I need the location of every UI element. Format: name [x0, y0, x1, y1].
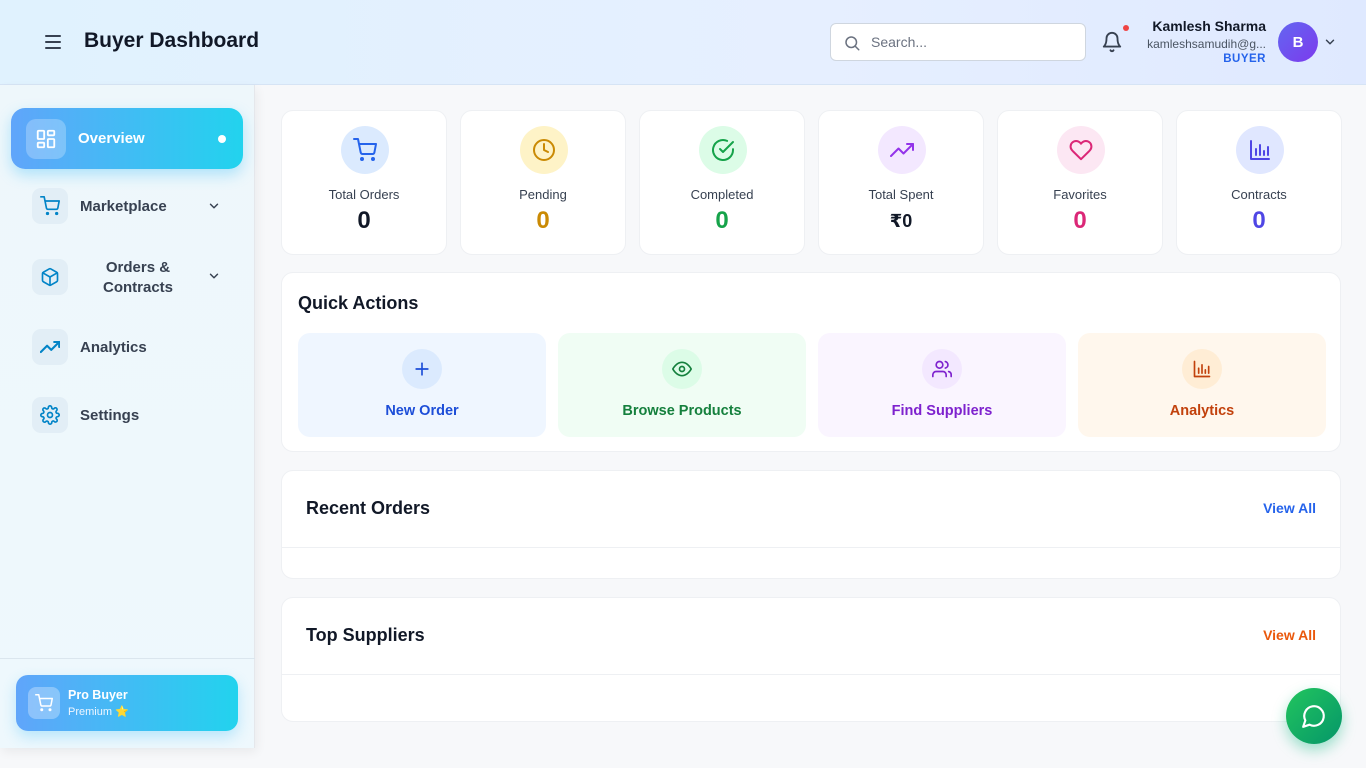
sidebar: Overview Marketplace Orders & Contracts …	[0, 85, 255, 748]
trending-up-icon	[878, 126, 926, 174]
stat-label: Contracts	[1231, 187, 1287, 202]
page-title: Buyer Dashboard	[84, 29, 260, 52]
stat-card-completed: Completed 0	[639, 110, 805, 255]
stat-value: ₹0	[889, 211, 913, 231]
divider	[282, 547, 1340, 548]
menu-icon[interactable]	[44, 32, 64, 52]
quick-action-label: Find Suppliers	[891, 403, 993, 419]
sidebar-item-label: Analytics	[80, 339, 147, 356]
section-title: Quick Actions	[298, 293, 419, 313]
stat-value: 0	[536, 207, 550, 234]
trending-up-icon	[32, 329, 68, 365]
stat-label: Total Spent	[868, 187, 934, 202]
chevron-down-icon[interactable]	[1323, 35, 1337, 49]
quick-actions-panel: Quick Actions New Order Browse Products …	[281, 272, 1341, 452]
stat-card-favorites: Favorites 0	[997, 110, 1163, 255]
divider	[282, 674, 1340, 675]
sidebar-item-label: Orders & Contracts	[80, 258, 196, 298]
box-icon	[32, 259, 68, 295]
pro-buyer-card[interactable]: Pro Buyer Premium ⭐	[16, 675, 238, 731]
user-email: kamleshsamudih@g...	[1147, 37, 1266, 51]
user-name: Kamlesh Sharma	[1152, 18, 1266, 34]
divider	[0, 658, 255, 659]
find-suppliers-button[interactable]: Find Suppliers	[818, 333, 1066, 437]
bell-icon[interactable]	[1101, 31, 1123, 53]
stat-value: 0	[715, 207, 729, 234]
stat-card-contracts: Contracts 0	[1176, 110, 1342, 255]
stat-label: Completed	[690, 187, 754, 202]
pro-title: Pro Buyer	[68, 688, 128, 702]
analytics-button[interactable]: Analytics	[1078, 333, 1326, 437]
view-all-link[interactable]: View All	[1263, 627, 1316, 643]
chat-button[interactable]	[1286, 688, 1342, 744]
sidebar-item-settings[interactable]: Settings	[11, 397, 243, 433]
layout-grid-icon	[26, 119, 66, 159]
search-icon	[845, 36, 860, 51]
sidebar-item-label: Marketplace	[80, 198, 167, 215]
recent-orders-panel: Recent Orders View All	[281, 470, 1341, 579]
active-indicator	[218, 135, 226, 143]
stat-card-total-spent: Total Spent ₹0	[818, 110, 984, 255]
check-circle-icon	[699, 126, 747, 174]
sidebar-item-label: Settings	[80, 407, 140, 424]
label-line-2: Contracts	[102, 279, 173, 296]
section-title: Top Suppliers	[306, 625, 425, 645]
stat-value: 0	[357, 207, 371, 234]
sidebar-item-label: Overview	[78, 130, 145, 147]
section-title: Recent Orders	[306, 498, 431, 518]
browse-products-button[interactable]: Browse Products	[558, 333, 806, 437]
user-role-badge: BUYER	[1223, 53, 1266, 65]
plus-icon	[402, 349, 442, 389]
search-box[interactable]	[830, 23, 1086, 61]
pro-subtitle: Premium ⭐	[68, 706, 129, 718]
sidebar-item-marketplace[interactable]: Marketplace	[11, 188, 243, 224]
quick-action-label: Browse Products	[622, 403, 742, 419]
view-all-link[interactable]: View All	[1263, 500, 1316, 516]
stat-label: Favorites	[1053, 187, 1107, 202]
bar-chart-icon	[1236, 126, 1284, 174]
chevron-down-icon[interactable]	[207, 269, 221, 283]
users-icon	[922, 349, 962, 389]
new-order-button[interactable]: New Order	[298, 333, 546, 437]
avatar[interactable]: B	[1278, 22, 1318, 62]
heart-icon	[1057, 126, 1105, 174]
sidebar-item-orders-contracts[interactable]: Orders & Contracts	[11, 248, 243, 304]
gear-icon	[32, 397, 68, 433]
chat-icon	[1302, 705, 1325, 728]
stat-value: 0	[1252, 207, 1266, 234]
stat-label: Total Orders	[328, 187, 400, 202]
stat-card-pending: Pending 0	[460, 110, 626, 255]
label-line-1: Orders &	[105, 259, 171, 276]
top-header: Buyer Dashboard Kamlesh Sharma kamleshsa…	[0, 0, 1366, 85]
eye-icon	[662, 349, 702, 389]
chevron-down-icon[interactable]	[207, 199, 221, 213]
stat-label: Pending	[519, 187, 567, 202]
top-suppliers-panel: Top Suppliers View All	[281, 597, 1341, 722]
stat-value: 0	[1073, 207, 1087, 234]
cart-icon	[28, 687, 60, 719]
clock-icon	[520, 126, 568, 174]
quick-action-label: Analytics	[1169, 403, 1235, 419]
bar-chart-icon	[1182, 349, 1222, 389]
cart-icon	[32, 188, 68, 224]
search-input[interactable]	[871, 32, 1071, 52]
stat-card-total-orders: Total Orders 0	[281, 110, 447, 255]
notification-dot	[1123, 25, 1129, 31]
quick-action-label: New Order	[385, 403, 459, 419]
sidebar-item-overview[interactable]: Overview	[11, 108, 243, 169]
sidebar-item-analytics[interactable]: Analytics	[11, 329, 243, 365]
cart-icon	[341, 126, 389, 174]
